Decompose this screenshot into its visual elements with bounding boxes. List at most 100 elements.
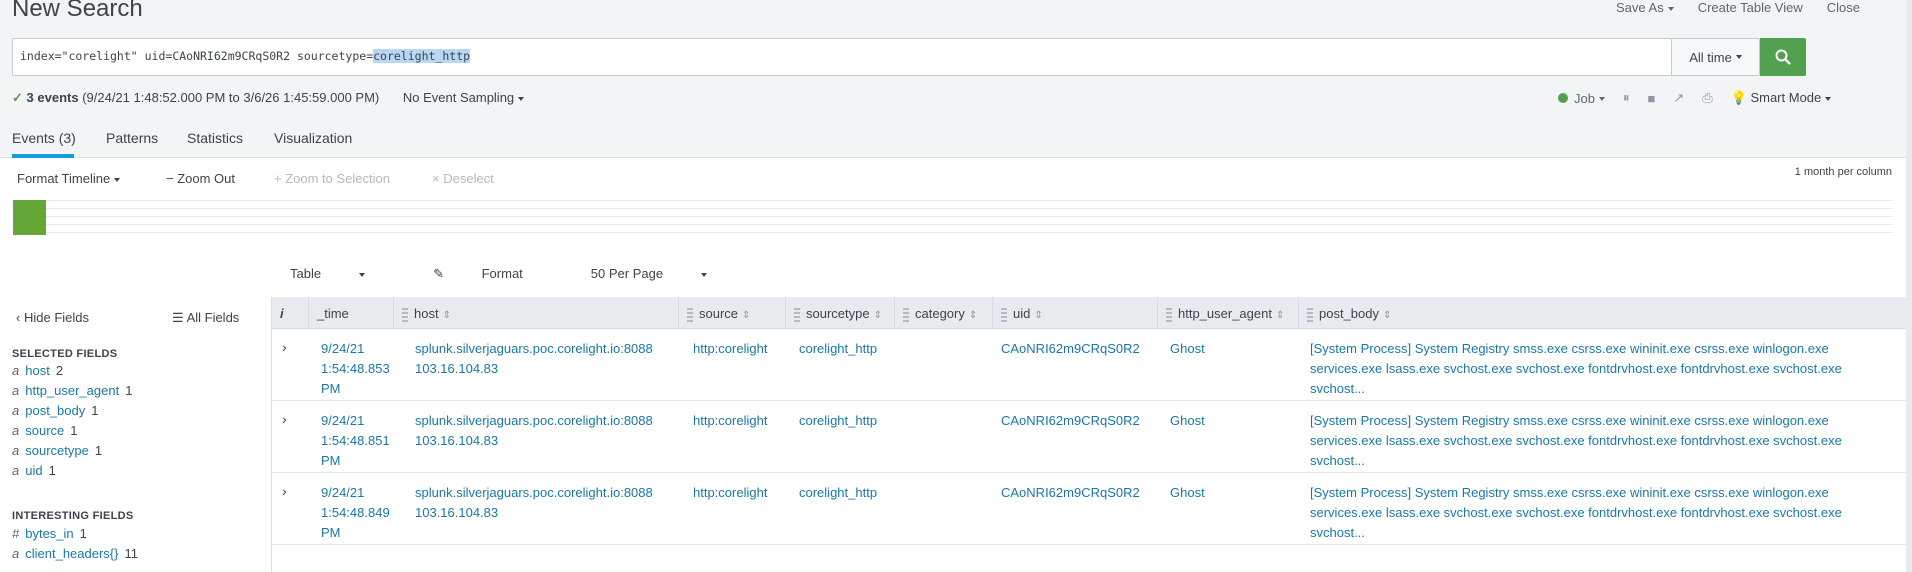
drag-handle-icon[interactable] xyxy=(1001,307,1007,322)
search-icon xyxy=(1775,49,1791,65)
field-sourcetype[interactable]: a sourcetype 1 xyxy=(12,443,102,458)
save-as-menu[interactable]: Save As xyxy=(1616,0,1674,15)
chevron-right-icon[interactable]: › xyxy=(282,411,287,427)
cell-sourcetype[interactable]: corelight_http xyxy=(799,483,877,503)
tab-visualization[interactable]: Visualization xyxy=(274,130,352,146)
timeline-bar[interactable] xyxy=(13,200,46,235)
cell-http-user-agent[interactable]: Ghost xyxy=(1170,339,1205,359)
timeline-grid[interactable] xyxy=(46,200,1892,236)
search-input[interactable]: index="corelight" uid=CAoNRI62m9CRqS0R2 … xyxy=(13,39,1671,75)
column-sourcetype[interactable]: sourcetype ⇕ xyxy=(785,297,894,329)
field-source[interactable]: a source 1 xyxy=(12,423,78,438)
drag-handle-icon[interactable] xyxy=(687,307,693,322)
field-post-body[interactable]: a post_body 1 xyxy=(12,403,98,418)
per-page-menu[interactable]: 50 Per Page xyxy=(591,266,741,282)
column-post-body[interactable]: post_body ⇕ xyxy=(1298,297,1912,329)
hide-fields-button[interactable]: ‹ Hide Fields xyxy=(16,310,89,325)
timeline-scale: 1 month per column xyxy=(1794,166,1892,178)
field-host[interactable]: a host 2 xyxy=(12,363,63,378)
search-query-text: index="corelight" uid=CAoNRI62m9CRqS0R2 … xyxy=(20,49,374,63)
column-http-user-agent[interactable]: http_user_agent ⇕ xyxy=(1157,297,1298,329)
cell-host[interactable]: splunk.silverjaguars.poc.corelight.io:80… xyxy=(415,339,653,379)
cell-http-user-agent[interactable]: Ghost xyxy=(1170,483,1205,503)
cell-uid[interactable]: CAoNRI62m9CRqS0R2 xyxy=(1001,411,1140,431)
column-uid[interactable]: uid ⇕ xyxy=(992,297,1157,329)
format-timeline-menu[interactable]: Format Timeline xyxy=(17,171,121,186)
host-ip: 103.16.104.83 xyxy=(415,433,499,448)
drag-handle-icon[interactable] xyxy=(402,307,408,322)
drag-handle-icon[interactable] xyxy=(794,307,800,322)
table-view-menu[interactable]: Table xyxy=(290,266,399,282)
share-icon[interactable]: ↗ xyxy=(1673,90,1684,106)
column-label: uid xyxy=(1013,306,1031,321)
cell-uid[interactable]: CAoNRI62m9CRqS0R2 xyxy=(1001,339,1140,359)
close-button[interactable]: Close xyxy=(1827,0,1860,15)
event-sampling-label: No Event Sampling xyxy=(402,90,515,105)
cell-post-body[interactable]: [System Process] System Registry smss.ex… xyxy=(1310,483,1842,543)
field-uid[interactable]: a uid 1 xyxy=(12,463,56,478)
deselect-button[interactable]: × Deselect xyxy=(432,171,494,186)
column-time[interactable]: _time xyxy=(308,297,393,329)
cell-http-user-agent[interactable]: Ghost xyxy=(1170,411,1205,431)
field-type-icon: a xyxy=(12,403,20,418)
cell-uid[interactable]: CAoNRI62m9CRqS0R2 xyxy=(1001,483,1140,503)
zoom-to-selection-label: Zoom to Selection xyxy=(285,171,390,186)
field-http-user-agent[interactable]: a http_user_agent 1 xyxy=(12,383,132,398)
tab-statistics[interactable]: Statistics xyxy=(187,130,243,146)
cell-sourcetype[interactable]: corelight_http xyxy=(799,411,877,431)
search-button[interactable] xyxy=(1760,38,1806,76)
host-ip: 103.16.104.83 xyxy=(415,505,499,520)
field-type-icon: # xyxy=(12,526,20,541)
cell-post-body[interactable]: [System Process] System Registry smss.ex… xyxy=(1310,411,1842,471)
event-sampling-menu[interactable]: No Event Sampling xyxy=(402,90,525,105)
field-client-headers[interactable]: a client_headers{} 11 xyxy=(12,546,138,561)
post-body-line: services.exe lsass.exe svchost.exe svcho… xyxy=(1310,361,1842,376)
chevron-right-icon[interactable]: › xyxy=(282,483,287,499)
tab-events[interactable]: Events (3) xyxy=(12,130,76,146)
zoom-to-selection-button[interactable]: + Zoom to Selection xyxy=(274,171,390,186)
stop-icon[interactable]: ■ xyxy=(1647,91,1655,106)
field-count: 11 xyxy=(124,546,138,561)
sort-icon[interactable]: ⇕ xyxy=(1383,310,1391,321)
zoom-out-button[interactable]: − Zoom Out xyxy=(166,171,235,186)
create-table-view-button[interactable]: Create Table View xyxy=(1698,0,1803,15)
column-host[interactable]: host ⇕ xyxy=(393,297,678,329)
cell-source[interactable]: http:corelight xyxy=(693,411,767,431)
field-count: 1 xyxy=(70,423,78,438)
results-tabs: Events (3) Patterns Statistics Visualiza… xyxy=(0,120,1912,158)
page-scrollbar[interactable] xyxy=(1906,0,1912,572)
sort-icon[interactable]: ⇕ xyxy=(742,310,750,321)
chevron-right-icon[interactable]: › xyxy=(282,339,287,355)
sort-icon[interactable]: ⇕ xyxy=(874,310,882,321)
cell-source[interactable]: http:corelight xyxy=(693,483,767,503)
job-menu[interactable]: Job xyxy=(1574,91,1605,106)
drag-handle-icon[interactable] xyxy=(903,307,909,322)
format-button[interactable]: ✎ Format xyxy=(433,266,557,282)
column-source[interactable]: source ⇕ xyxy=(678,297,785,329)
sort-icon[interactable]: ⇕ xyxy=(1276,310,1284,321)
cell-host[interactable]: splunk.silverjaguars.poc.corelight.io:80… xyxy=(415,483,653,523)
chevron-left-icon: ‹ xyxy=(16,310,21,325)
pause-icon[interactable]: ⏸ xyxy=(1623,90,1630,106)
print-icon[interactable]: ⎙ xyxy=(1702,90,1712,106)
field-bytes-in[interactable]: # bytes_in 1 xyxy=(12,526,87,541)
sort-icon[interactable]: ⇕ xyxy=(969,310,977,321)
fields-sidebar: ‹ Hide Fields ☰ All Fields SELECTED FIEL… xyxy=(0,297,272,572)
sort-icon[interactable]: ⇕ xyxy=(443,310,451,321)
cell-sourcetype[interactable]: corelight_http xyxy=(799,339,877,359)
field-name: bytes_in xyxy=(25,526,74,541)
column-category[interactable]: category ⇕ xyxy=(894,297,992,329)
tab-patterns[interactable]: Patterns xyxy=(106,130,158,146)
close-icon: × xyxy=(432,171,440,186)
sort-icon[interactable]: ⇕ xyxy=(1034,310,1042,321)
drag-handle-icon[interactable] xyxy=(1166,307,1172,322)
mode-menu[interactable]: 💡 Smart Mode xyxy=(1731,90,1832,106)
drag-handle-icon[interactable] xyxy=(1307,307,1313,322)
table-row: › 9/24/21 1:54:48.853 PM splunk.silverjagu… xyxy=(272,329,1912,401)
all-fields-button[interactable]: ☰ All Fields xyxy=(172,310,239,326)
cell-source[interactable]: http:corelight xyxy=(693,339,767,359)
time-range-picker[interactable]: All time xyxy=(1671,39,1759,75)
table-view-label: Table xyxy=(290,266,322,281)
cell-host[interactable]: splunk.silverjaguars.poc.corelight.io:80… xyxy=(415,411,653,451)
cell-post-body[interactable]: [System Process] System Registry smss.ex… xyxy=(1310,339,1842,399)
